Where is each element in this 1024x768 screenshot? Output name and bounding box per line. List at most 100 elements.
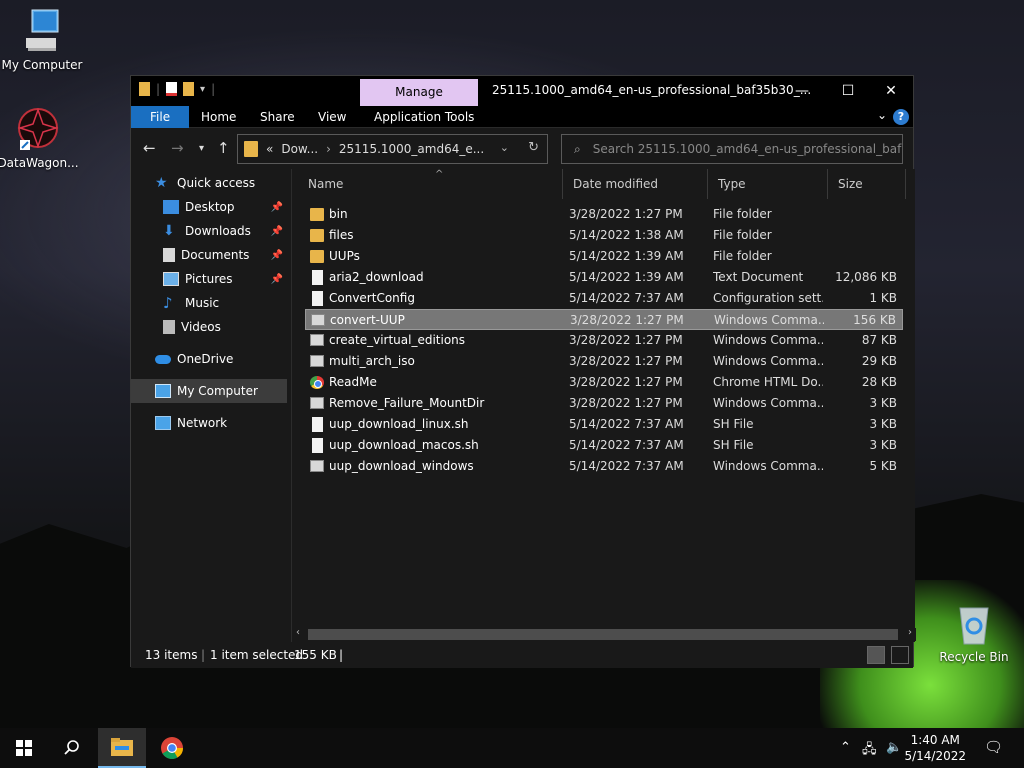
new-folder-icon[interactable] bbox=[183, 82, 195, 96]
sidebar-item-label: OneDrive bbox=[177, 352, 234, 366]
breadcrumb-downloads[interactable]: Dow... bbox=[281, 142, 318, 156]
taskbar-file-explorer[interactable] bbox=[98, 728, 146, 768]
scrollbar-thumb[interactable] bbox=[308, 629, 898, 640]
file-date: 5/14/2022 7:37 AM bbox=[569, 459, 684, 473]
sidebar-item-my-computer[interactable]: My Computer bbox=[131, 379, 287, 403]
file-row[interactable]: files 5/14/2022 1:38 AM File folder bbox=[305, 225, 903, 246]
chevron-right-icon[interactable]: › bbox=[326, 142, 331, 156]
folder-icon bbox=[310, 229, 324, 242]
video-icon bbox=[163, 320, 175, 334]
sidebar-item-music[interactable]: ♪ Music bbox=[131, 291, 287, 315]
back-arrow-icon[interactable]: ← bbox=[143, 139, 156, 157]
search-button[interactable] bbox=[48, 728, 96, 768]
file-row[interactable]: bin 3/28/2022 1:27 PM File folder bbox=[305, 204, 903, 225]
pin-icon[interactable]: 📌 bbox=[271, 202, 283, 213]
script-file-icon bbox=[310, 355, 324, 367]
notifications-icon[interactable]: 🗨 bbox=[984, 738, 1003, 756]
sidebar-item-documents[interactable]: Documents 📌 bbox=[131, 243, 287, 267]
pin-icon[interactable]: 📌 bbox=[271, 250, 283, 261]
sidebar-item-pictures[interactable]: Pictures 📌 bbox=[131, 267, 287, 291]
refresh-icon[interactable]: ↻ bbox=[528, 140, 539, 155]
taskbar: ⌃ 🖧 🔈 1:40 AM 5/14/2022 🗨 bbox=[0, 728, 1024, 768]
column-header-date-modified[interactable]: Date modified bbox=[563, 169, 708, 199]
address-dropdown-icon[interactable]: ⌄ bbox=[500, 141, 509, 154]
file-name: create_virtual_editions bbox=[329, 333, 466, 347]
close-button[interactable]: ✕ bbox=[868, 76, 914, 106]
file-row[interactable]: uup_download_linux.sh 5/14/2022 7:37 AM SH… bbox=[305, 414, 903, 435]
help-icon[interactable]: ? bbox=[893, 109, 909, 125]
customize-toolbar-icon[interactable]: ▾ bbox=[200, 84, 205, 95]
title-bar[interactable]: | ▾ | Manage 25115.1000_amd64_en-us_prof… bbox=[131, 76, 913, 106]
clock[interactable]: 1:40 AM 5/14/2022 bbox=[904, 732, 966, 764]
recent-locations-chevron-icon[interactable]: ▾ bbox=[199, 143, 204, 154]
details-view-button[interactable] bbox=[867, 646, 885, 664]
properties-icon[interactable] bbox=[166, 82, 178, 96]
tab-share[interactable]: Share bbox=[248, 106, 307, 128]
sidebar-item-network[interactable]: Network bbox=[131, 411, 287, 435]
tab-file[interactable]: File bbox=[131, 106, 190, 128]
file-row[interactable]: aria2_download 5/14/2022 1:39 AM Text Docu… bbox=[305, 267, 903, 288]
minimize-button[interactable]: — bbox=[779, 76, 825, 106]
desktop-icon-recycle-bin[interactable]: Recycle Bin bbox=[932, 602, 1016, 664]
tab-home[interactable]: Home bbox=[189, 106, 248, 128]
column-header-type[interactable]: Type bbox=[708, 169, 828, 199]
computer-icon bbox=[155, 384, 171, 398]
file-name: multi_arch_iso bbox=[329, 354, 415, 368]
scroll-right-icon[interactable]: › bbox=[908, 627, 912, 638]
sidebar-item-label: Documents bbox=[181, 248, 250, 262]
file-date: 5/14/2022 7:37 AM bbox=[569, 417, 684, 431]
file-row[interactable]: UUPs 5/14/2022 1:39 AM File folder bbox=[305, 246, 903, 267]
search-input[interactable]: ⌕ Search 25115.1000_amd64_en-us_professio… bbox=[561, 134, 903, 164]
file-row[interactable]: uup_download_windows 5/14/2022 7:37 AM Win… bbox=[305, 456, 903, 477]
breadcrumb-current-folder[interactable]: 25115.1000_amd64_e... bbox=[339, 142, 484, 156]
show-hidden-icons-chevron-icon[interactable]: ⌃ bbox=[840, 740, 851, 755]
file-row[interactable]: create_virtual_editions 3/28/2022 1:27 PM… bbox=[305, 330, 903, 351]
sidebar-item-videos[interactable]: Videos bbox=[131, 315, 287, 339]
address-bar[interactable]: « Dow... › 25115.1000_amd64_e... ⌄ ↻ bbox=[237, 134, 548, 164]
large-icons-view-button[interactable] bbox=[891, 646, 909, 664]
scroll-left-icon[interactable]: ‹ bbox=[296, 627, 300, 638]
file-type: File folder bbox=[713, 249, 772, 263]
file-size: 156 KB bbox=[853, 313, 896, 327]
file-row[interactable]: Remove_Failure_MountDir 3/28/2022 1:27 PM… bbox=[305, 393, 903, 414]
volume-icon[interactable]: 🔈 bbox=[886, 740, 902, 755]
file-row[interactable]: ConvertConfig 5/14/2022 7:37 AM Configurat… bbox=[305, 288, 903, 309]
column-header-size[interactable]: Size bbox=[828, 169, 906, 199]
file-type: Configuration sett... bbox=[713, 291, 823, 305]
forward-arrow-icon[interactable]: → bbox=[171, 139, 184, 157]
clock-date: 5/14/2022 bbox=[904, 749, 966, 763]
desktop-icon bbox=[163, 200, 179, 214]
file-row[interactable]: multi_arch_iso 3/28/2022 1:27 PM Windows C… bbox=[305, 351, 903, 372]
horizontal-scrollbar[interactable]: ‹ › bbox=[292, 627, 916, 641]
sidebar-item-label: Network bbox=[177, 416, 228, 430]
network-icon[interactable]: 🖧 bbox=[862, 740, 877, 762]
maximize-button[interactable]: ☐ bbox=[825, 76, 871, 106]
sidebar-item-onedrive[interactable]: OneDrive bbox=[131, 347, 287, 371]
sidebar-item-desktop[interactable]: Desktop 📌 bbox=[131, 195, 287, 219]
address-overflow[interactable]: « bbox=[266, 142, 273, 156]
tab-application-tools[interactable]: Application Tools bbox=[362, 106, 486, 128]
manage-tab[interactable]: Manage bbox=[360, 79, 478, 106]
file-row[interactable]: convert-UUP 3/28/2022 1:27 PM Windows Comm… bbox=[305, 309, 903, 330]
column-header-name[interactable]: ^ Name bbox=[298, 169, 563, 199]
tab-view[interactable]: View bbox=[306, 106, 358, 128]
taskbar-chrome[interactable] bbox=[148, 728, 196, 768]
start-button[interactable] bbox=[0, 728, 48, 768]
document-icon bbox=[312, 438, 323, 453]
file-name: uup_download_windows bbox=[329, 459, 474, 473]
pin-icon[interactable]: 📌 bbox=[271, 226, 283, 237]
folder-icon[interactable] bbox=[139, 82, 150, 96]
sidebar-item-label: Downloads bbox=[185, 224, 251, 238]
file-row[interactable]: uup_download_macos.sh 5/14/2022 7:37 AM SH… bbox=[305, 435, 903, 456]
sidebar-item-downloads[interactable]: ⬇ Downloads 📌 bbox=[131, 219, 287, 243]
sidebar-item-label: Pictures bbox=[185, 272, 233, 286]
expand-ribbon-icon[interactable]: ⌄ bbox=[877, 108, 887, 122]
desktop-icon-my-computer[interactable]: My Computer bbox=[0, 8, 84, 72]
pin-icon[interactable]: 📌 bbox=[271, 274, 283, 285]
file-row[interactable]: ReadMe 3/28/2022 1:27 PM Chrome HTML Do...… bbox=[305, 372, 903, 393]
up-arrow-icon[interactable]: ↑ bbox=[217, 139, 230, 157]
sidebar-item-quick-access[interactable]: ★ Quick access bbox=[131, 171, 287, 195]
folder-icon bbox=[310, 208, 324, 221]
divider: | bbox=[211, 82, 216, 96]
desktop-icon-datawagon[interactable]: DataWagon... bbox=[0, 106, 80, 170]
